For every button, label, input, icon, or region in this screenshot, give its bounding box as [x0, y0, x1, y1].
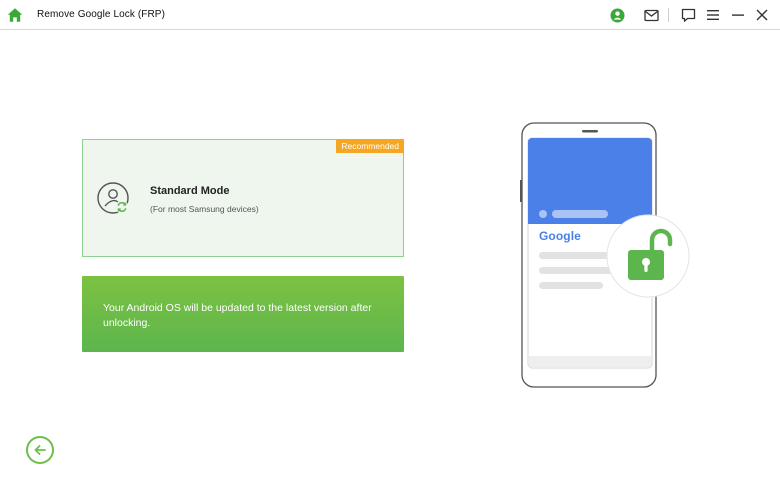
mode-subtitle: (For most Samsung devices)	[150, 204, 259, 214]
update-notice-banner: Your Android OS will be updated to the l…	[82, 276, 404, 352]
google-wordmark-text: Google	[539, 229, 581, 243]
minimize-icon[interactable]	[730, 7, 746, 23]
back-button[interactable]	[26, 436, 54, 464]
feedback-icon[interactable]	[680, 7, 696, 23]
user-refresh-icon	[97, 182, 131, 216]
window-title: Remove Google Lock (FRP)	[37, 9, 166, 20]
close-icon[interactable]	[754, 7, 770, 23]
standard-mode-card[interactable]: Recommended Standard Mode (For most Sams…	[82, 139, 404, 257]
titlebar-separator	[668, 8, 669, 22]
google-wordmark: Google	[539, 229, 581, 243]
title-bar: Remove Google Lock (FRP)	[0, 0, 780, 30]
recommended-badge: Recommended	[336, 139, 404, 153]
mail-icon[interactable]	[643, 7, 659, 23]
unlocked-padlock-icon	[606, 214, 690, 298]
update-notice-text: Your Android OS will be updated to the l…	[103, 302, 372, 329]
arrow-left-icon	[32, 442, 48, 458]
mode-title: Standard Mode	[150, 185, 230, 197]
menu-icon[interactable]	[705, 7, 721, 23]
account-icon[interactable]	[609, 7, 625, 23]
home-icon[interactable]	[7, 7, 23, 23]
phone-illustration: Google	[510, 118, 710, 398]
